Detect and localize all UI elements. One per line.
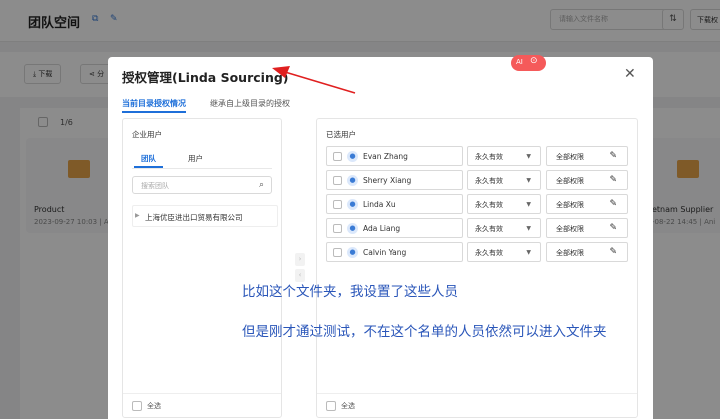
annotation-text: 比如这个文件夹，我设置了这些人员 xyxy=(242,284,458,300)
annotation-text: 但是刚才通过测试，不在这个名单的人员依然可以进入文件夹 xyxy=(242,324,607,340)
annotation-arrow xyxy=(272,66,356,94)
